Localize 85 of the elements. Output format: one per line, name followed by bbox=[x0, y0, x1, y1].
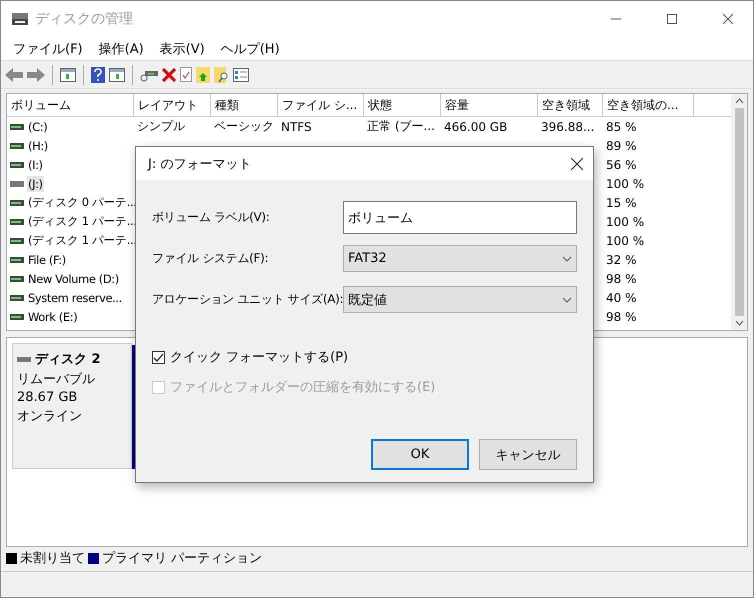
volume-name[interactable]: (J:) bbox=[27, 176, 44, 192]
volume-name[interactable]: (H:) bbox=[27, 138, 49, 154]
table-cell: 89 % bbox=[606, 138, 636, 152]
column-header[interactable]: 種類 bbox=[211, 94, 278, 117]
drive-icon bbox=[10, 180, 24, 188]
disk-card[interactable]: ディスク 2 リムーバブル 28.67 GB オンライン bbox=[12, 343, 132, 469]
disk-size: 28.67 GB bbox=[17, 390, 78, 405]
scrollbar[interactable] bbox=[731, 94, 747, 330]
menu-item[interactable]: ヘルプ(H) bbox=[212, 40, 288, 58]
column-header[interactable]: レイアウト bbox=[134, 94, 211, 117]
column-header[interactable]: ボリューム bbox=[7, 94, 134, 117]
table-cell: 466.00 GB bbox=[444, 120, 508, 134]
properties-icon[interactable] bbox=[233, 68, 249, 82]
menu-item[interactable]: 操作(A) bbox=[90, 40, 152, 58]
window-icon[interactable] bbox=[109, 68, 125, 82]
volume-name[interactable]: File (F:) bbox=[27, 252, 67, 268]
volume-name[interactable]: (I:) bbox=[27, 156, 44, 172]
drive-icon bbox=[10, 142, 24, 150]
checkbox-label[interactable]: クイック フォーマットする(P) bbox=[170, 348, 348, 366]
window-title: ディスクの管理 bbox=[35, 10, 134, 28]
drive-icon bbox=[10, 160, 24, 168]
table-cell: 98 % bbox=[606, 272, 636, 286]
dropdown[interactable]: 既定値 bbox=[343, 286, 577, 313]
column-header[interactable]: ファイル シ... bbox=[278, 94, 364, 117]
chevron-up-icon[interactable] bbox=[734, 98, 744, 104]
forward-icon[interactable] bbox=[27, 68, 45, 82]
menu-item[interactable]: 表示(V) bbox=[152, 40, 213, 58]
drive-icon bbox=[10, 274, 24, 282]
table-cell: 32 % bbox=[606, 252, 636, 266]
table-cell: 396.88... bbox=[541, 120, 594, 134]
close-icon[interactable] bbox=[571, 158, 583, 170]
table-cell: ベーシック bbox=[214, 118, 274, 135]
help-icon[interactable] bbox=[91, 66, 105, 82]
volume-name[interactable]: System reserve... bbox=[27, 290, 123, 306]
field-label: ファイル システム(F): bbox=[152, 250, 270, 267]
delete-icon[interactable] bbox=[162, 68, 176, 82]
volume-name[interactable]: (C:) bbox=[27, 118, 48, 134]
disk-status: オンライン bbox=[17, 408, 83, 425]
volume-name[interactable]: New Volume (D:) bbox=[27, 270, 120, 286]
table-cell: 98 % bbox=[606, 310, 636, 324]
chevron-down-icon bbox=[562, 256, 572, 262]
column-header[interactable]: 容量 bbox=[441, 94, 538, 117]
table-cell: 15 % bbox=[606, 196, 636, 210]
check-document-icon[interactable] bbox=[180, 67, 192, 82]
volume-name[interactable]: Work (E:) bbox=[27, 308, 78, 324]
drive-icon bbox=[10, 312, 24, 320]
disk-name: ディスク 2 bbox=[35, 351, 101, 368]
table-cell: 100 % bbox=[606, 214, 644, 228]
field-label: アロケーション ユニット サイズ(A): bbox=[152, 291, 343, 308]
back-icon[interactable] bbox=[5, 68, 23, 82]
table-cell: シンプル bbox=[137, 118, 185, 135]
menu-item[interactable]: ファイル(F) bbox=[5, 40, 91, 58]
column-header[interactable]: 空き領域の... bbox=[603, 94, 694, 117]
drive-icon bbox=[10, 294, 24, 302]
table-cell: 85 % bbox=[606, 120, 636, 134]
drive-icon bbox=[17, 356, 31, 362]
chevron-down-icon bbox=[562, 296, 572, 302]
table-cell: NTFS bbox=[281, 120, 312, 134]
table-cell: 40 % bbox=[606, 290, 636, 304]
dialog-button[interactable]: キャンセル bbox=[479, 439, 577, 470]
folder-search-icon[interactable] bbox=[214, 66, 229, 82]
checkbox[interactable] bbox=[152, 350, 165, 364]
drive-icon bbox=[10, 236, 24, 244]
drive-icon bbox=[10, 256, 24, 264]
dropdown[interactable]: FAT32 bbox=[343, 245, 577, 272]
chevron-down-icon[interactable] bbox=[734, 320, 744, 326]
dialog-button[interactable]: OK bbox=[371, 439, 469, 470]
table-cell: 正常 (ブー... bbox=[367, 118, 435, 135]
legend-label: 未割り当て bbox=[20, 550, 85, 567]
window-icon[interactable] bbox=[60, 68, 76, 82]
field-label: ボリューム ラベル(V): bbox=[152, 209, 271, 226]
column-header[interactable]: 状態 bbox=[364, 94, 441, 117]
column-header[interactable]: 空き領域 bbox=[538, 94, 603, 117]
drive-icon bbox=[10, 218, 24, 226]
table-cell: 100 % bbox=[606, 234, 644, 248]
folder-up-icon[interactable] bbox=[196, 66, 210, 82]
table-cell: 56 % bbox=[606, 158, 636, 172]
dialog-title: J: のフォーマット bbox=[148, 156, 252, 172]
table-cell: 100 % bbox=[606, 176, 644, 190]
drive-icon bbox=[10, 122, 24, 130]
legend-label: プライマリ パーティション bbox=[102, 550, 262, 567]
drive-icon bbox=[10, 198, 24, 206]
disk-icon bbox=[11, 12, 29, 26]
volume-label-field[interactable]: ボリューム bbox=[343, 201, 577, 234]
disk-type: リムーバブル bbox=[17, 371, 96, 388]
